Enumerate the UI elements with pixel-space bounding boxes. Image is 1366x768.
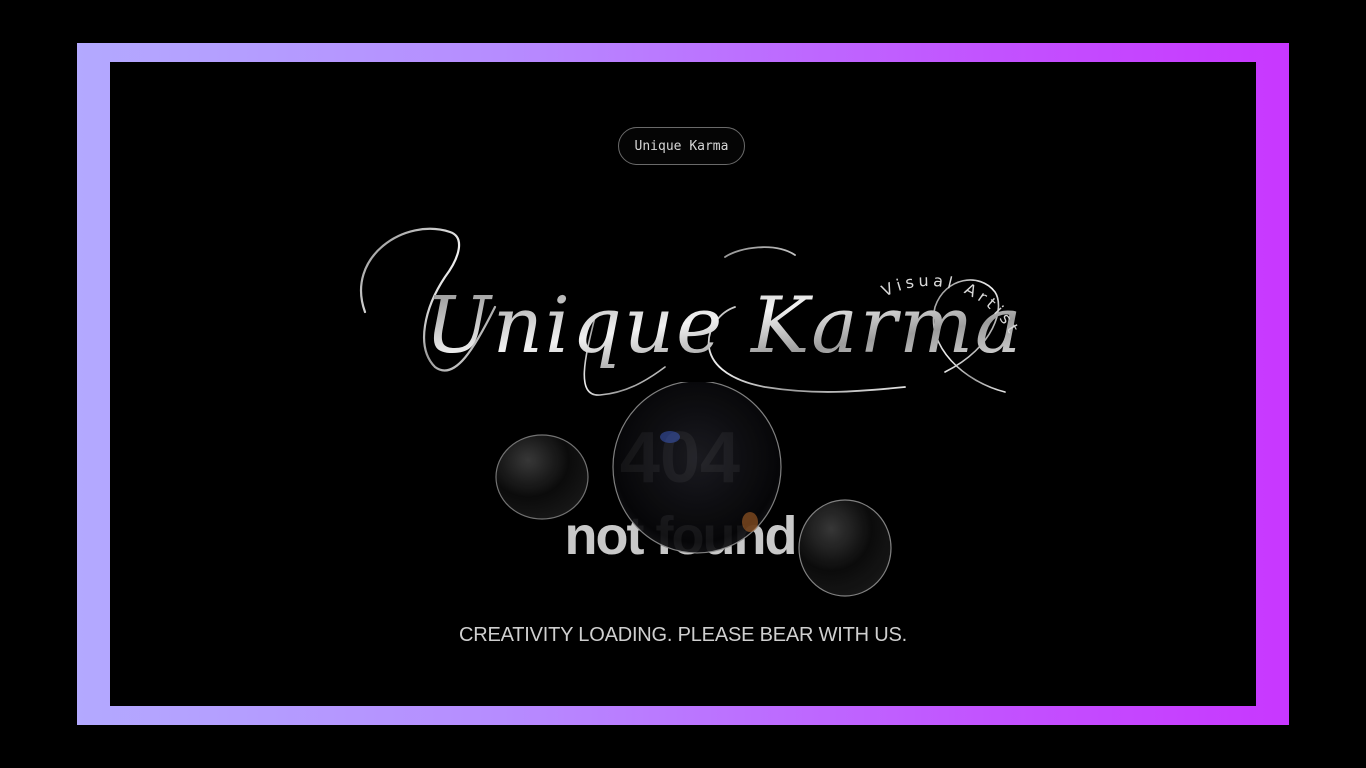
logo-script-text: Unique Karma <box>425 281 1024 371</box>
bubble-highlight-orange <box>742 512 758 532</box>
gradient-frame: Unique Karma Unique Karma Visual Artist … <box>77 43 1289 725</box>
bubble-small-left <box>495 434 589 520</box>
bubble-small-right <box>798 499 892 597</box>
bubble-highlight-blue <box>660 431 680 443</box>
loading-message: CREATIVITY LOADING. PLEASE BEAR WITH US. <box>458 624 908 646</box>
page-background: Unique Karma Unique Karma Visual Artist … <box>0 0 1366 768</box>
content-panel: Unique Karma Unique Karma Visual Artist … <box>110 62 1256 706</box>
home-pill-button[interactable]: Unique Karma <box>618 127 745 165</box>
not-found-graphic: 404 not found <box>495 382 892 597</box>
unique-karma-logo[interactable]: Unique Karma Visual Artist <box>345 197 1025 397</box>
